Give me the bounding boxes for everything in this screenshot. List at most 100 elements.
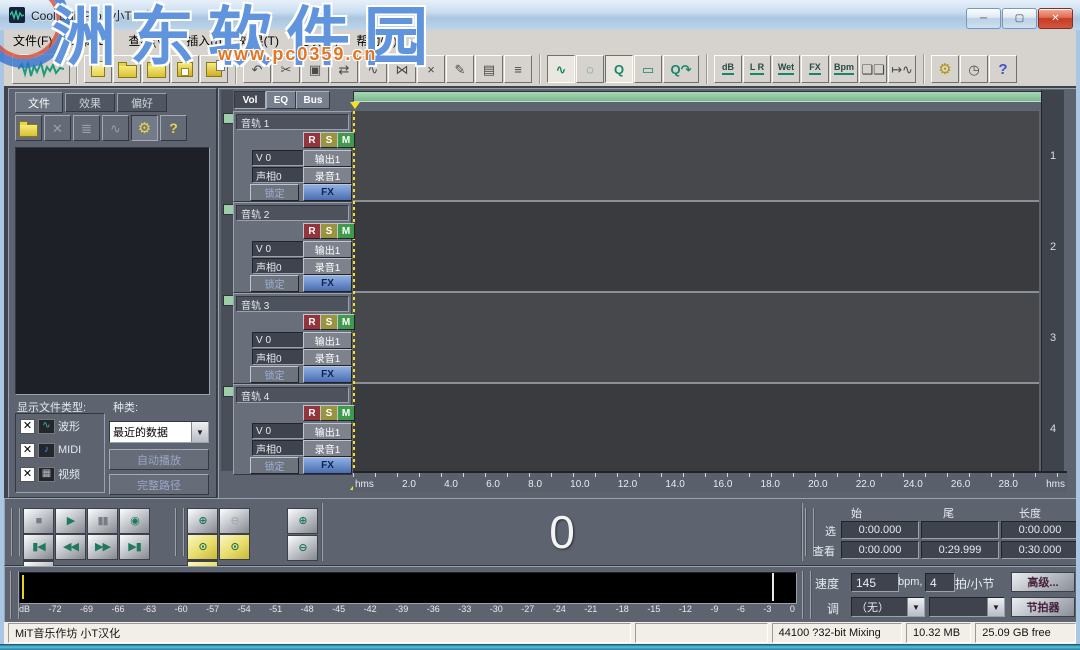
record-arm-button[interactable]: R [303,223,321,239]
kind-dropdown[interactable]: 最近的数据 ▼ [109,421,209,443]
clip-blocks-button[interactable]: ❏❏ [859,55,887,83]
tab-eq[interactable]: EQ [266,91,296,109]
tab-bus[interactable]: Bus [296,91,330,109]
go-to-end-button[interactable]: ▶▮ [119,534,150,560]
advanced-button[interactable]: 高级... [1011,572,1075,592]
mute-button[interactable]: M [337,314,355,330]
volume-field[interactable]: V 0 [252,150,307,166]
midi-checkbox[interactable]: ✕ [20,443,35,458]
punch-in-button[interactable]: ↦∿ [888,55,916,83]
zoom-out-button[interactable]: ⊖ [219,508,250,534]
solo-button[interactable]: S [320,405,338,421]
record-device-button[interactable]: 录音1 [303,349,352,366]
output-button[interactable]: 输出1 [303,423,352,440]
go-to-start-button[interactable]: ▮◀ [23,534,54,560]
vertical-zoom-out-button[interactable]: ⊖ [287,535,318,561]
fx-envelope-button[interactable]: FX [801,55,829,83]
track-lane-1[interactable] [353,111,1039,202]
snap-to-q-button[interactable]: Q [605,55,633,83]
bpm-input[interactable]: 145 [851,573,899,592]
rewind-button[interactable]: ◀◀ [55,534,86,560]
lock-button[interactable]: 锁定 [250,457,299,474]
view-length-field[interactable]: 0:30.000 [1001,541,1079,559]
selection-start-field[interactable]: 0:00.000 [841,521,919,539]
view-start-field[interactable]: 0:00.000 [841,541,919,559]
solo-button[interactable]: S [320,132,338,148]
chevron-down-icon[interactable]: ▼ [191,422,208,442]
tab-effects[interactable]: 效果 [65,93,115,112]
close-file-button[interactable]: ✕ [44,115,71,141]
mute-button[interactable]: M [337,132,355,148]
pan-envelope-button[interactable]: L R [743,55,771,83]
drag-handle[interactable] [802,571,812,619]
group-clips-button[interactable]: ▤ [475,55,503,83]
file-list[interactable] [15,147,210,395]
panel-help-button[interactable]: ? [160,115,187,141]
tab-vol[interactable]: Vol [234,91,266,109]
wave-checkbox[interactable]: ✕ [20,419,35,434]
track-name[interactable]: 音轨 3 [236,296,349,312]
record-device-button[interactable]: 录音1 [303,258,352,275]
zoom-to-left-button[interactable]: ⊙ [187,534,218,560]
fx-button[interactable]: FX [303,275,352,292]
record-arm-button[interactable]: R [303,314,321,330]
arrange-button[interactable]: ≡ [504,55,532,83]
tab-favorites[interactable]: 偏好 [117,93,167,112]
help-button[interactable]: ? [989,55,1017,83]
lock-button[interactable]: 锁定 [250,184,299,201]
solo-button[interactable]: S [320,314,338,330]
session-clock-button[interactable]: ◷ [960,55,988,83]
volume-field[interactable]: V 0 [252,423,307,439]
time-signature-dropdown[interactable]: ▼ [929,597,1005,617]
track-name[interactable]: 音轨 4 [236,387,349,403]
stop-button[interactable]: ■ [23,508,54,534]
record-arm-button[interactable]: R [303,132,321,148]
key-dropdown[interactable]: （无） ▼ [851,597,925,617]
record-arm-button[interactable]: R [303,405,321,421]
tempo-envelope-button[interactable]: Bpm [830,55,858,83]
chevron-down-icon[interactable]: ▼ [987,598,1004,616]
track-lane-3[interactable] [353,293,1039,384]
drag-handle[interactable] [11,508,21,556]
snap-to-frames-button[interactable]: ▭ [634,55,662,83]
maximize-button[interactable]: ▢ [1002,8,1037,29]
mute-button[interactable]: M [337,405,355,421]
video-checkbox[interactable]: ✕ [20,467,35,482]
track-lane-4[interactable] [353,384,1039,475]
track-lane-2[interactable] [353,202,1039,293]
insert-into-session-button[interactable]: ∿ [102,115,129,141]
tab-files[interactable]: 文件 [15,92,63,113]
snap-to-zero-button[interactable]: ◌ [576,55,604,83]
record-device-button[interactable]: 录音1 [303,167,352,184]
play-looped-button[interactable]: ◉ [119,508,150,534]
pan-field[interactable]: 声相0 [252,349,307,365]
play-button[interactable]: ▶ [55,508,86,534]
fx-button[interactable]: FX [303,457,352,474]
track-name[interactable]: 音轨 2 [236,205,349,221]
lock-button[interactable]: 锁定 [250,366,299,383]
volume-field[interactable]: V 0 [252,332,307,348]
pan-field[interactable]: 声相0 [252,167,307,183]
chevron-down-icon[interactable]: ▼ [907,598,924,616]
full-path-button[interactable]: 完整路径 [109,474,209,495]
pan-field[interactable]: 声相0 [252,258,307,274]
beats-input[interactable]: 4 [925,573,955,592]
snap-to-ruler-button[interactable]: ∿ [547,55,575,83]
volume-envelope-button[interactable]: dB [714,55,742,83]
open-file-button[interactable] [15,115,42,141]
lock-button[interactable]: 锁定 [250,275,299,292]
fx-button[interactable]: FX [303,184,352,201]
drag-handle[interactable] [175,508,185,556]
output-button[interactable]: 输出1 [303,241,352,258]
settings-button[interactable]: ⚙ [931,55,959,83]
minimize-button[interactable]: ─ [966,8,1001,29]
selection-length-field[interactable]: 0:00.000 [1001,521,1079,539]
solo-button[interactable]: S [320,223,338,239]
loop-duplicate-button[interactable]: Q↷ [663,55,699,83]
panel-settings-button[interactable]: ⚙ [131,115,158,141]
level-meter[interactable] [19,572,797,604]
pan-field[interactable]: 声相0 [252,440,307,456]
track-name[interactable]: 音轨 1 [236,114,349,130]
fast-forward-button[interactable]: ▶▶ [87,534,118,560]
zoom-in-button[interactable]: ⊕ [187,508,218,534]
